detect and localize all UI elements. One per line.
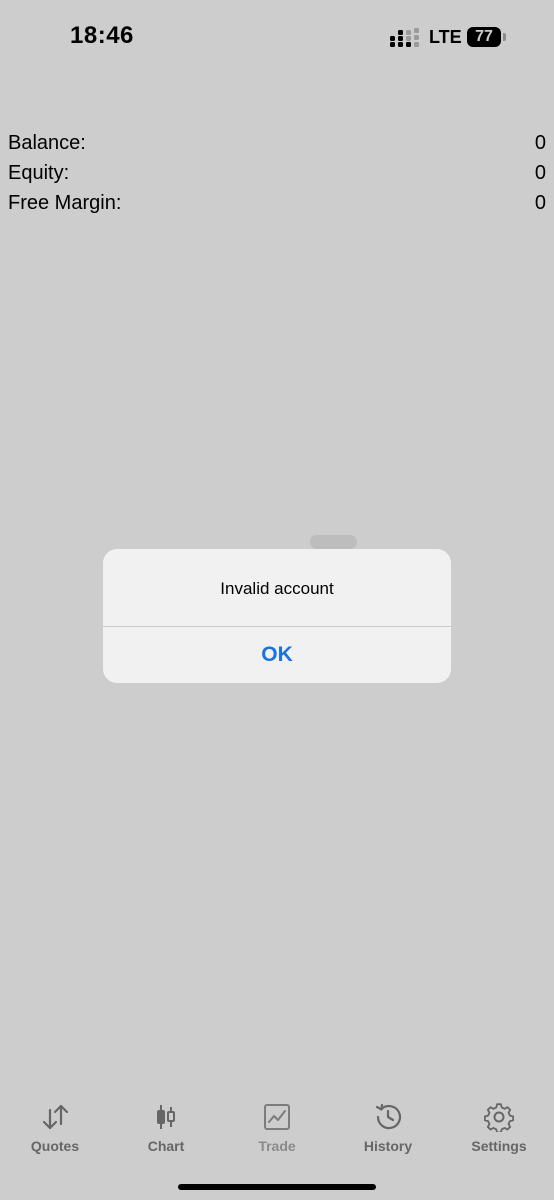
tab-quotes[interactable]: Quotes <box>0 1096 110 1166</box>
status-bar: 18:46 LTE 77 <box>0 0 554 76</box>
tab-history-label: History <box>363 1138 413 1154</box>
balance-value: 0 <box>534 132 546 154</box>
ok-button[interactable]: OK <box>103 627 451 683</box>
alert-message: Invalid account <box>220 579 334 598</box>
gear-icon <box>484 1103 514 1132</box>
free-margin-label: Free Margin: <box>8 192 122 214</box>
network-type: LTE <box>429 27 462 47</box>
balance-label: Balance: <box>8 132 86 154</box>
loading-pill <box>310 535 357 549</box>
tab-trade[interactable]: Trade <box>222 1096 332 1166</box>
account-summary: Balance: 0 Equity: 0 Free Margin: 0 <box>0 132 554 222</box>
quotes-arrows-icon <box>42 1104 69 1130</box>
tab-quotes-label: Quotes <box>30 1138 80 1154</box>
equity-row: Equity: 0 <box>0 162 554 192</box>
free-margin-row: Free Margin: 0 <box>0 192 554 222</box>
history-clock-icon <box>375 1103 402 1130</box>
candlestick-icon <box>157 1105 175 1129</box>
battery-icon: 77 <box>467 27 501 47</box>
tab-history[interactable]: History <box>333 1096 443 1166</box>
battery-cap <box>503 33 506 41</box>
tab-settings[interactable]: Settings <box>444 1096 554 1166</box>
status-time: 18:46 <box>70 22 134 49</box>
tab-chart-label: Chart <box>147 1138 185 1154</box>
tab-chart[interactable]: Chart <box>111 1096 221 1166</box>
balance-row: Balance: 0 <box>0 132 554 162</box>
equity-label: Equity: <box>8 162 70 184</box>
tab-trade-label: Trade <box>258 1138 296 1154</box>
battery-level: 77 <box>475 28 493 45</box>
equity-value: 0 <box>534 162 546 184</box>
free-margin-value: 0 <box>534 192 546 214</box>
trade-chart-icon <box>264 1104 290 1130</box>
home-indicator <box>178 1184 376 1190</box>
tab-bar: Quotes Chart Trade History Settings <box>0 1096 554 1166</box>
tab-settings-label: Settings <box>471 1138 527 1154</box>
alert-dialog: Invalid account OK <box>103 549 451 683</box>
cellular-signal-icon <box>390 28 419 47</box>
